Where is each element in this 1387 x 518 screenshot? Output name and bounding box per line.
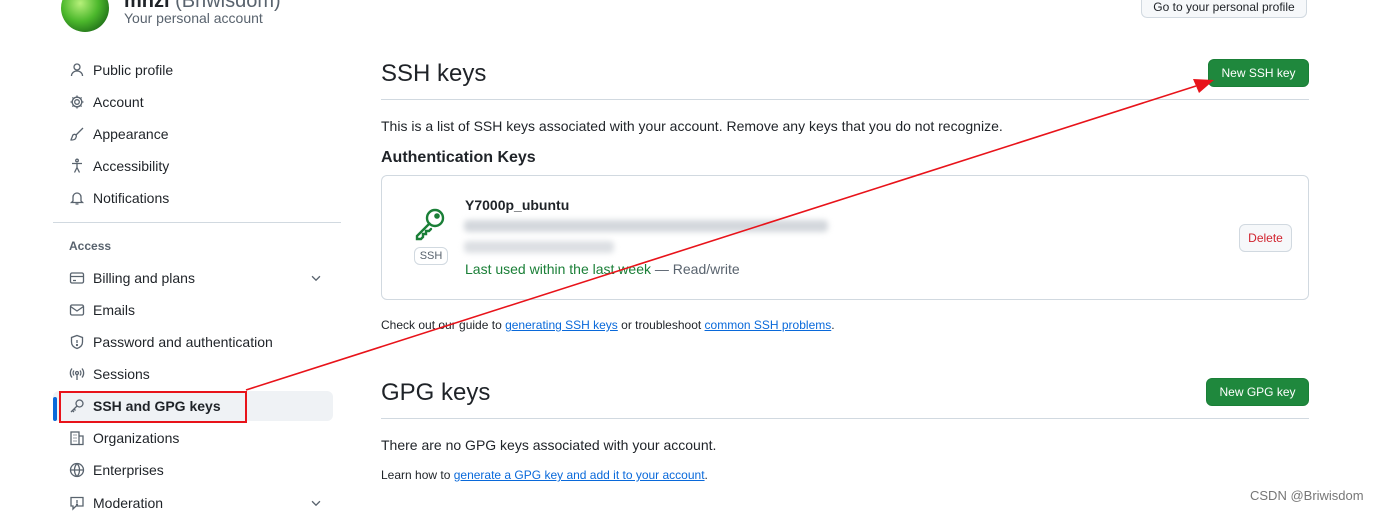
gpg-learn-text: Learn how to generate a GPG key and add … [381, 468, 708, 482]
sidebar-item-public-profile[interactable]: Public profile [53, 55, 333, 85]
sidebar-item-label: Moderation [93, 495, 164, 511]
broadcast-icon [69, 366, 85, 382]
sidebar-item-label: Sessions [93, 366, 150, 382]
sidebar-item-organizations[interactable]: Organizations [53, 423, 333, 453]
gear-icon [69, 94, 85, 110]
key-icon [413, 206, 449, 242]
ssh-divider [381, 99, 1309, 100]
sidebar-item-password-authentication[interactable]: Password and authentication [53, 327, 333, 357]
ssh-guide-suffix: . [831, 318, 835, 332]
sidebar-item-label: Notifications [93, 190, 170, 206]
gpg-keys-title: GPG keys [381, 379, 491, 406]
generate-gpg-key-link[interactable]: generate a GPG key and add it to your ac… [454, 468, 705, 482]
watermark: CSDN @Briwisdom [1250, 488, 1364, 503]
shield-icon [69, 334, 85, 350]
sidebar-item-notifications[interactable]: Notifications [53, 183, 333, 213]
avatar[interactable] [61, 0, 109, 32]
ssh-key-item [381, 175, 1309, 300]
ssh-keys-title: SSH keys [381, 60, 487, 87]
sidebar-item-label: Organizations [93, 430, 180, 446]
bell-icon [69, 190, 85, 206]
sidebar-item-appearance[interactable]: Appearance [53, 119, 333, 149]
ssh-guide-text: Check out our guide to generating SSH ke… [381, 318, 835, 332]
new-gpg-key-button[interactable]: New GPG key [1206, 378, 1309, 406]
sidebar-item-label: Billing and plans [93, 270, 195, 286]
gpg-divider [381, 418, 1309, 419]
ssh-guide-prefix: Check out our guide to [381, 318, 506, 332]
account-subtitle: Your personal account [124, 10, 263, 26]
annotation-highlight-box [59, 391, 247, 423]
report-icon [69, 495, 85, 511]
sidebar-item-label: Account [93, 94, 144, 110]
sidebar-item-billing[interactable]: Billing and plans [53, 263, 333, 293]
accessibility-icon [69, 158, 85, 174]
organization-icon [69, 430, 85, 446]
sidebar-item-moderation[interactable]: Moderation [53, 488, 333, 518]
sidebar-group-access: Access [69, 239, 112, 253]
sidebar-item-account[interactable]: Account [53, 87, 333, 117]
common-ssh-problems-link[interactable]: common SSH problems [705, 318, 832, 332]
sidebar-divider [53, 222, 341, 223]
generating-ssh-keys-link[interactable]: generating SSH keys [505, 318, 618, 332]
gpg-learn-suffix: . [704, 468, 708, 482]
credit-card-icon [69, 270, 85, 286]
sidebar-item-label: Password and authentication [93, 334, 273, 350]
paintbrush-icon [69, 126, 85, 142]
sidebar-item-label: Appearance [93, 126, 169, 142]
ssh-key-access: — Read/write [651, 261, 740, 277]
mail-icon [69, 302, 85, 318]
ssh-key-usage: Last used within the last week — Read/wr… [465, 261, 740, 277]
authentication-keys-heading: Authentication Keys [381, 149, 536, 166]
globe-icon [69, 462, 85, 478]
sidebar-item-label: Public profile [93, 62, 174, 78]
sidebar-item-enterprises[interactable]: Enterprises [53, 455, 333, 485]
gpg-empty-text: There are no GPG keys associated with yo… [381, 437, 717, 453]
sidebar-item-label: Accessibility [93, 158, 170, 174]
redacted-fingerprint [464, 220, 828, 232]
chevron-down-icon[interactable] [309, 271, 323, 285]
ssh-description: This is a list of SSH keys associated wi… [381, 118, 1003, 134]
sidebar-item-emails[interactable]: Emails [53, 295, 333, 325]
sidebar-item-label: Emails [93, 302, 136, 318]
ssh-guide-mid: or troubleshoot [617, 318, 705, 332]
person-icon [69, 62, 85, 78]
gpg-learn-prefix: Learn how to [381, 468, 454, 482]
chevron-down-icon[interactable] [309, 496, 323, 510]
delete-ssh-key-button[interactable]: Delete [1239, 224, 1292, 252]
ssh-type-badge: SSH [414, 247, 448, 265]
redacted-added-date [464, 241, 614, 253]
sidebar-item-accessibility[interactable]: Accessibility [53, 151, 333, 181]
ssh-key-name: Y7000p_ubuntu [465, 197, 570, 213]
new-ssh-key-button[interactable]: New SSH key [1208, 59, 1309, 87]
ssh-key-last-used: Last used within the last week [465, 261, 651, 277]
go-to-profile-button[interactable]: Go to your personal profile [1141, 0, 1307, 18]
sidebar-item-label: Enterprises [93, 462, 164, 478]
sidebar-item-sessions[interactable]: Sessions [53, 359, 333, 389]
